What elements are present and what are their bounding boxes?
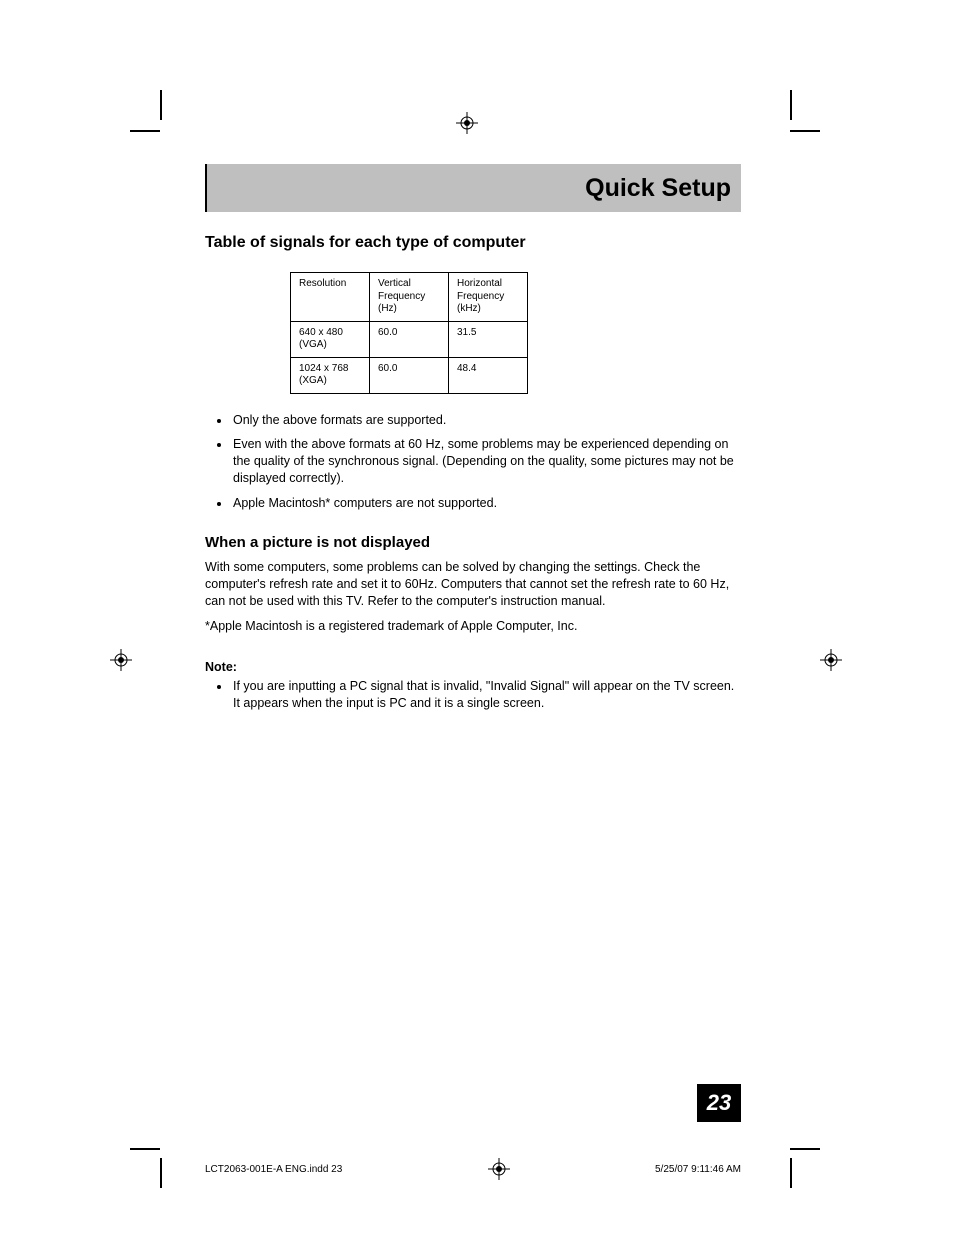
list-item: Even with the above formats at 60 Hz, so…	[231, 436, 741, 487]
table-cell: 1024 x 768 (XGA)	[291, 357, 370, 393]
footer-file-info: LCT2063-001E-A ENG.indd 23	[205, 1164, 342, 1175]
table-cell: 48.4	[449, 357, 528, 393]
table-cell: 60.0	[370, 321, 449, 357]
page-title: Quick Setup	[585, 174, 731, 203]
crop-mark-top-left	[140, 100, 180, 140]
list-item: Only the above formats are supported.	[231, 412, 741, 429]
table-header-cell: Horizontal Frequency (kHz)	[449, 273, 528, 322]
list-item: If you are inputting a PC signal that is…	[231, 678, 741, 712]
footer-timestamp: 5/25/07 9:11:46 AM	[655, 1164, 741, 1175]
crop-mark-bottom-right	[770, 1138, 810, 1178]
list-item: Apple Macintosh* computers are not suppo…	[231, 495, 741, 512]
registration-mark-icon	[820, 649, 842, 671]
section-header-band: Quick Setup	[205, 164, 741, 212]
page-number: 23	[697, 1084, 741, 1122]
signals-table: Resolution Vertical Frequency (Hz) Horiz…	[290, 272, 528, 394]
table-row: 640 x 480 (VGA) 60.0 31.5	[291, 321, 528, 357]
registration-mark-icon	[456, 112, 478, 134]
section-heading: When a picture is not displayed	[205, 534, 741, 551]
crop-mark-top-right	[770, 100, 810, 140]
section-heading: Table of signals for each type of comput…	[205, 234, 741, 252]
table-cell: 60.0	[370, 357, 449, 393]
table-cell: 640 x 480 (VGA)	[291, 321, 370, 357]
table-header-cell: Vertical Frequency (Hz)	[370, 273, 449, 322]
crop-mark-bottom-left	[140, 1138, 180, 1178]
bullet-list: If you are inputting a PC signal that is…	[205, 678, 741, 712]
table-cell: 31.5	[449, 321, 528, 357]
registration-mark-icon	[488, 1158, 510, 1180]
bullet-list: Only the above formats are supported. Ev…	[205, 412, 741, 512]
note-label: Note:	[205, 660, 741, 674]
print-footer: LCT2063-001E-A ENG.indd 23 5/25/07 9:11:…	[205, 1158, 741, 1180]
registration-mark-icon	[110, 649, 132, 671]
table-row: 1024 x 768 (XGA) 60.0 48.4	[291, 357, 528, 393]
body-text: With some computers, some problems can b…	[205, 559, 741, 610]
table-row: Resolution Vertical Frequency (Hz) Horiz…	[291, 273, 528, 322]
body-text: *Apple Macintosh is a registered tradema…	[205, 618, 741, 635]
table-header-cell: Resolution	[291, 273, 370, 322]
